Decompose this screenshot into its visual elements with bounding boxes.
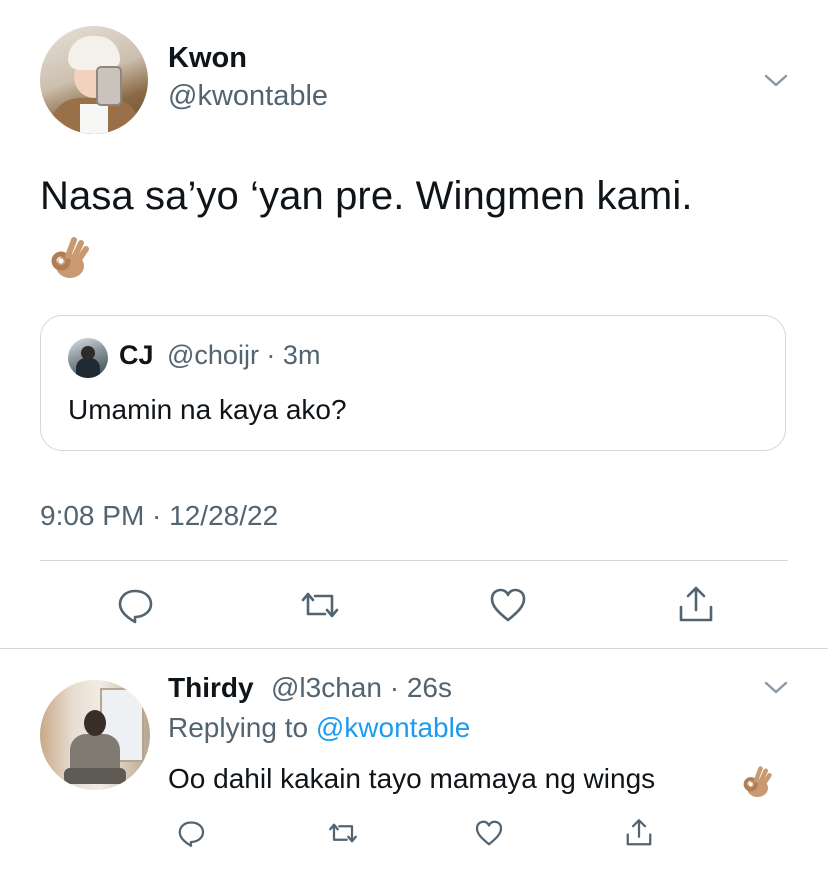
replying-to-mention[interactable]: @kwontable — [316, 712, 471, 743]
retweet-icon[interactable] — [328, 818, 358, 848]
chevron-down-icon[interactable] — [762, 673, 790, 701]
avatar-head — [81, 346, 95, 360]
reply-icon[interactable] — [176, 818, 206, 848]
ok-hand-emoji — [738, 764, 774, 800]
heart-icon[interactable] — [474, 818, 504, 848]
divider — [40, 560, 788, 561]
share-icon[interactable] — [676, 585, 716, 625]
ok-hand-emoji — [44, 234, 92, 282]
quoted-author-handle[interactable]: @choijr · 3m — [167, 340, 320, 371]
divider — [0, 648, 828, 649]
retweet-icon[interactable] — [300, 585, 340, 625]
avatar-hair — [68, 36, 120, 70]
avatar-body — [76, 358, 100, 378]
author-handle[interactable]: @kwontable — [168, 80, 328, 113]
quoted-author-avatar[interactable] — [68, 338, 108, 378]
avatar-shirt — [80, 104, 108, 134]
reply-author-name[interactable]: Thirdy — [168, 672, 254, 704]
heart-icon[interactable] — [488, 585, 528, 625]
reply-icon[interactable] — [115, 585, 155, 625]
share-icon[interactable] — [624, 818, 654, 848]
reply-text: Oo dahil kakain tayo mamaya ng wings — [168, 763, 656, 794]
chevron-down-icon[interactable] — [762, 66, 790, 94]
avatar-phone — [96, 66, 122, 106]
quoted-tweet-text: Umamin na kaya ako? — [68, 394, 347, 425]
tweet-timestamp[interactable]: 9:08 PM · 12/28/22 — [40, 500, 278, 532]
reply-author-handle[interactable]: @l3chan · 26s — [271, 672, 452, 704]
replying-to-prefix: Replying to — [168, 712, 309, 743]
replying-to: Replying to @kwontable — [168, 712, 470, 744]
tweet-text: Nasa sa’yo ‘yan pre. Wingmen kami. — [40, 174, 693, 218]
avatar-head — [84, 710, 106, 736]
quoted-tweet-card[interactable] — [40, 315, 786, 451]
quoted-author-name[interactable]: CJ — [119, 340, 154, 371]
reply-author-avatar[interactable] — [40, 680, 150, 790]
author-name[interactable]: Kwon — [168, 42, 247, 75]
author-avatar[interactable] — [40, 26, 148, 134]
avatar-legs — [64, 768, 126, 784]
